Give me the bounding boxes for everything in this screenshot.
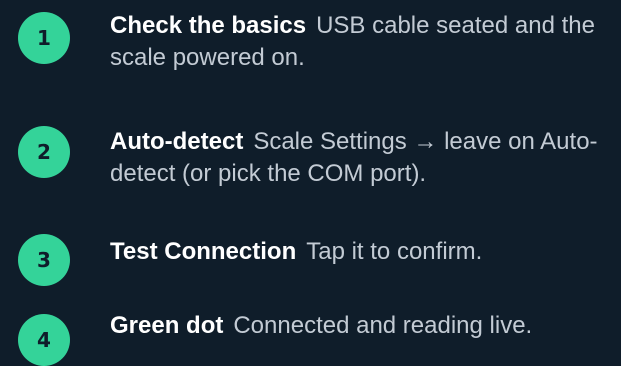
step-description: Connected and reading live. — [233, 312, 533, 339]
step-number-badge: 2 — [18, 126, 70, 178]
step-text: Check the basics USB cable seated and the… — [110, 10, 615, 74]
step-title: Green dot — [110, 312, 224, 339]
step-number-badge: 3 — [18, 234, 70, 286]
step-number-badge: 4 — [18, 314, 70, 366]
step-title: Auto-detect — [110, 128, 244, 155]
step-description: Tap it to confirm. — [306, 238, 483, 265]
step-title: Test Connection — [110, 238, 297, 265]
step-text: Auto-detect Scale Settings → leave on Aut… — [110, 126, 615, 190]
step-number-badge: 1 — [18, 12, 70, 64]
troubleshooting-steps: 1 Check the basics USB cable seated and t… — [0, 0, 621, 366]
step-text: Green dot Connected and reading live. — [110, 310, 615, 342]
step-text: Test Connection Tap it to confirm. — [110, 236, 615, 268]
step-title: Check the basics — [110, 12, 307, 39]
